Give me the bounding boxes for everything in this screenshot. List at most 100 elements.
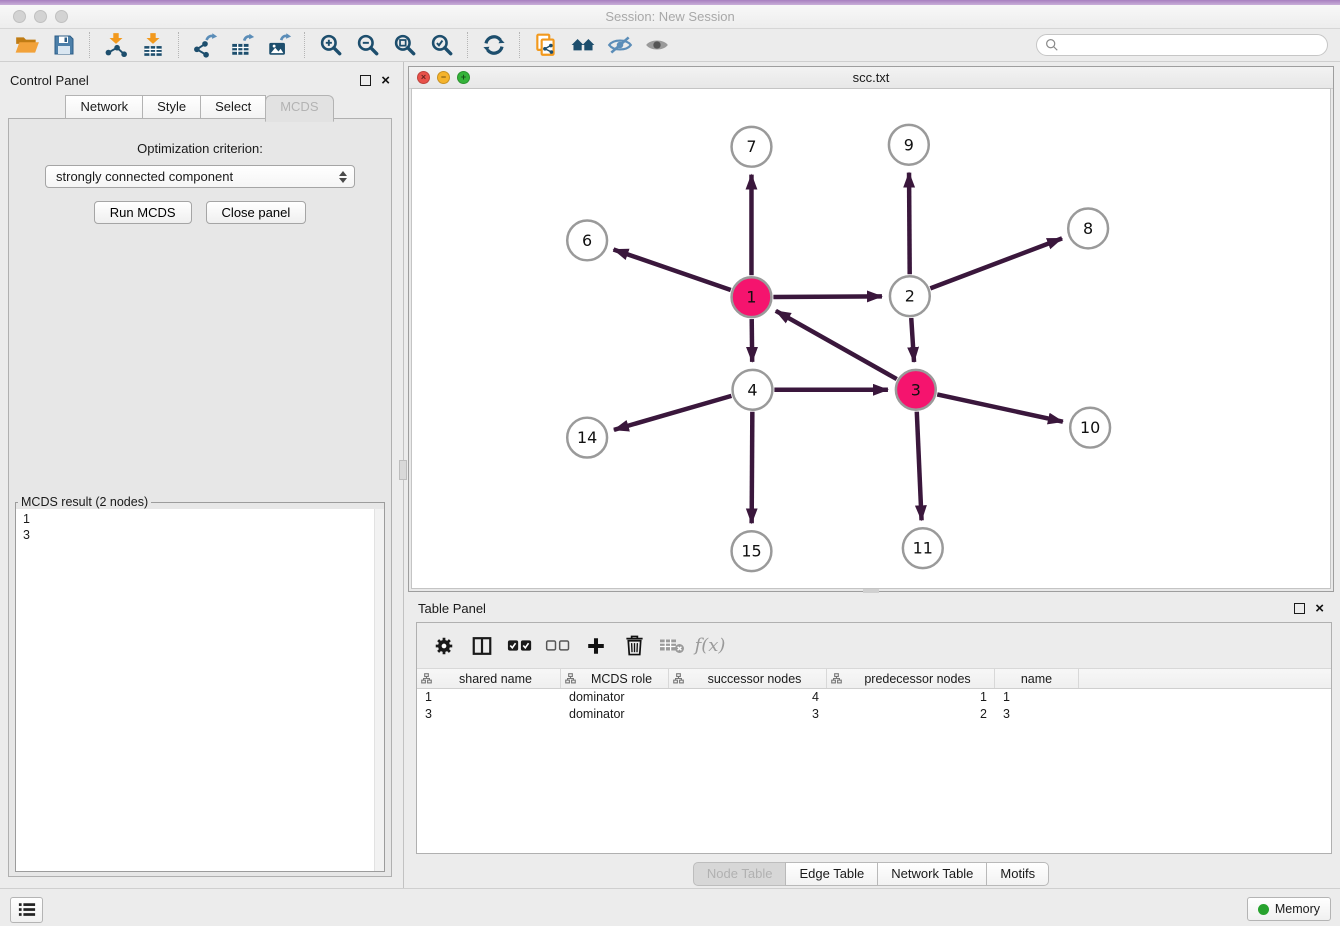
mcds-scrollbar[interactable] (374, 509, 384, 871)
toolbar-separator (178, 32, 179, 58)
graph-node-label-11: 11 (913, 539, 933, 558)
criterion-select[interactable]: strongly connected component (45, 165, 355, 188)
tab-select[interactable]: Select (200, 95, 266, 119)
export-image-button[interactable] (260, 30, 297, 60)
zoom-out-button[interactable] (349, 30, 386, 60)
graph-edge-4-15[interactable] (752, 412, 753, 524)
duplicate-network-button[interactable] (527, 30, 564, 60)
add-column-button[interactable] (577, 626, 615, 666)
close-panel-icon[interactable]: × (381, 73, 390, 88)
mcds-result-title: MCDS result (2 nodes) (18, 495, 151, 509)
search-box[interactable] (1036, 34, 1328, 56)
panel-divider-grip[interactable] (399, 460, 407, 480)
table-cell[interactable]: 1 (827, 690, 995, 704)
graph-node-label-3: 3 (911, 380, 921, 399)
close-panel-button[interactable]: Close panel (206, 201, 307, 224)
network-close-button[interactable]: × (417, 71, 430, 84)
import-table-button[interactable] (134, 30, 171, 60)
task-history-button[interactable] (10, 897, 43, 923)
column-header-successor-nodes[interactable]: successor nodes (669, 669, 827, 688)
column-label: name (999, 672, 1074, 686)
home-layout-button[interactable] (564, 30, 601, 60)
graph-edge-3-11[interactable] (917, 412, 922, 521)
float-panel-icon[interactable] (360, 75, 371, 86)
tab-network[interactable]: Network (65, 95, 143, 119)
toolbar-separator (467, 32, 468, 58)
graph-edge-3-1[interactable] (776, 311, 897, 379)
graph-edge-1-2[interactable] (773, 296, 882, 297)
tab-node-table[interactable]: Node Table (693, 862, 787, 886)
graph-node-label-14: 14 (577, 428, 597, 447)
table-settings-button[interactable] (425, 626, 463, 666)
table-cell[interactable]: dominator (561, 707, 669, 721)
columns-icon (471, 635, 493, 657)
mcds-result-group: MCDS result (2 nodes) 13 (15, 495, 385, 872)
open-session-button[interactable] (8, 30, 45, 60)
table-cell[interactable]: 3 (995, 707, 1079, 721)
tab-mcds[interactable]: MCDS (265, 95, 333, 122)
zoom-fit-icon (392, 32, 418, 58)
deselect-all-button[interactable] (539, 626, 577, 666)
export-table-button[interactable] (223, 30, 260, 60)
network-minimize-button[interactable]: − (437, 71, 450, 84)
tab-motifs[interactable]: Motifs (986, 862, 1049, 886)
hide-panel-button[interactable] (601, 30, 638, 60)
graph-edge-2-8[interactable] (930, 238, 1062, 288)
zoom-selected-button[interactable] (423, 30, 460, 60)
column-header-shared-name[interactable]: shared name (417, 669, 561, 688)
table-cell[interactable]: 4 (669, 690, 827, 704)
import-network-button[interactable] (97, 30, 134, 60)
window-controls (13, 10, 68, 23)
save-session-button[interactable] (45, 30, 82, 60)
search-input[interactable] (1064, 37, 1319, 53)
column-header-predecessor-nodes[interactable]: predecessor nodes (827, 669, 995, 688)
table-row[interactable]: 1dominator411 (417, 689, 1331, 706)
delete-column-button[interactable] (615, 626, 653, 666)
table-cell[interactable]: 1 (417, 690, 561, 704)
memory-button[interactable]: Memory (1247, 897, 1331, 921)
delete-table-button[interactable] (653, 626, 691, 666)
zoom-fit-button[interactable] (386, 30, 423, 60)
table-cell[interactable]: 2 (827, 707, 995, 721)
show-panel-button[interactable] (638, 30, 675, 60)
network-graph[interactable]: 7968124314101511 (412, 89, 1330, 588)
float-table-panel-icon[interactable] (1294, 603, 1305, 614)
table-header-row: shared nameMCDS rolesuccessor nodesprede… (417, 668, 1331, 689)
table-cell[interactable]: 1 (995, 690, 1079, 704)
mcds-result-area[interactable]: 13 (16, 509, 384, 871)
graph-edge-2-3[interactable] (911, 318, 914, 362)
graph-node-label-15: 15 (741, 542, 761, 561)
function-builder-button[interactable]: f(x) (691, 626, 729, 666)
tab-style[interactable]: Style (142, 95, 201, 119)
tab-edge-table[interactable]: Edge Table (785, 862, 878, 886)
table-cell[interactable]: 3 (669, 707, 827, 721)
table-panel-header: Table Panel × (408, 596, 1334, 620)
select-all-button[interactable] (501, 626, 539, 666)
close-window-button[interactable] (13, 10, 26, 23)
graph-edge-1-6[interactable] (613, 249, 730, 290)
show-columns-button[interactable] (463, 626, 501, 666)
column-header-mcds-role[interactable]: MCDS role (561, 669, 669, 688)
export-network-button[interactable] (186, 30, 223, 60)
graph-edge-4-14[interactable] (614, 396, 731, 430)
table-cell[interactable]: dominator (561, 690, 669, 704)
tab-network-table[interactable]: Network Table (877, 862, 987, 886)
network-canvas[interactable]: 7968124314101511 (411, 88, 1331, 589)
run-mcds-button[interactable]: Run MCDS (94, 201, 192, 224)
close-table-panel-icon[interactable]: × (1315, 601, 1324, 616)
graph-edge-2-9[interactable] (909, 173, 910, 275)
refresh-button[interactable] (475, 30, 512, 60)
table-row[interactable]: 3dominator323 (417, 706, 1331, 723)
duplicate-network-icon (533, 32, 559, 58)
column-header-name[interactable]: name (995, 669, 1079, 688)
network-resize-grip[interactable] (863, 589, 879, 593)
graph-edge-3-10[interactable] (937, 394, 1063, 421)
zoom-in-button[interactable] (312, 30, 349, 60)
maximize-window-button[interactable] (55, 10, 68, 23)
minimize-window-button[interactable] (34, 10, 47, 23)
table-cell[interactable]: 3 (417, 707, 561, 721)
network-window-titlebar[interactable]: × − + scc.txt (409, 67, 1333, 89)
workspace: Control Panel × NetworkStyleSelectMCDS O… (0, 62, 1340, 888)
network-maximize-button[interactable]: + (457, 71, 470, 84)
zoom-selected-icon (429, 32, 455, 58)
